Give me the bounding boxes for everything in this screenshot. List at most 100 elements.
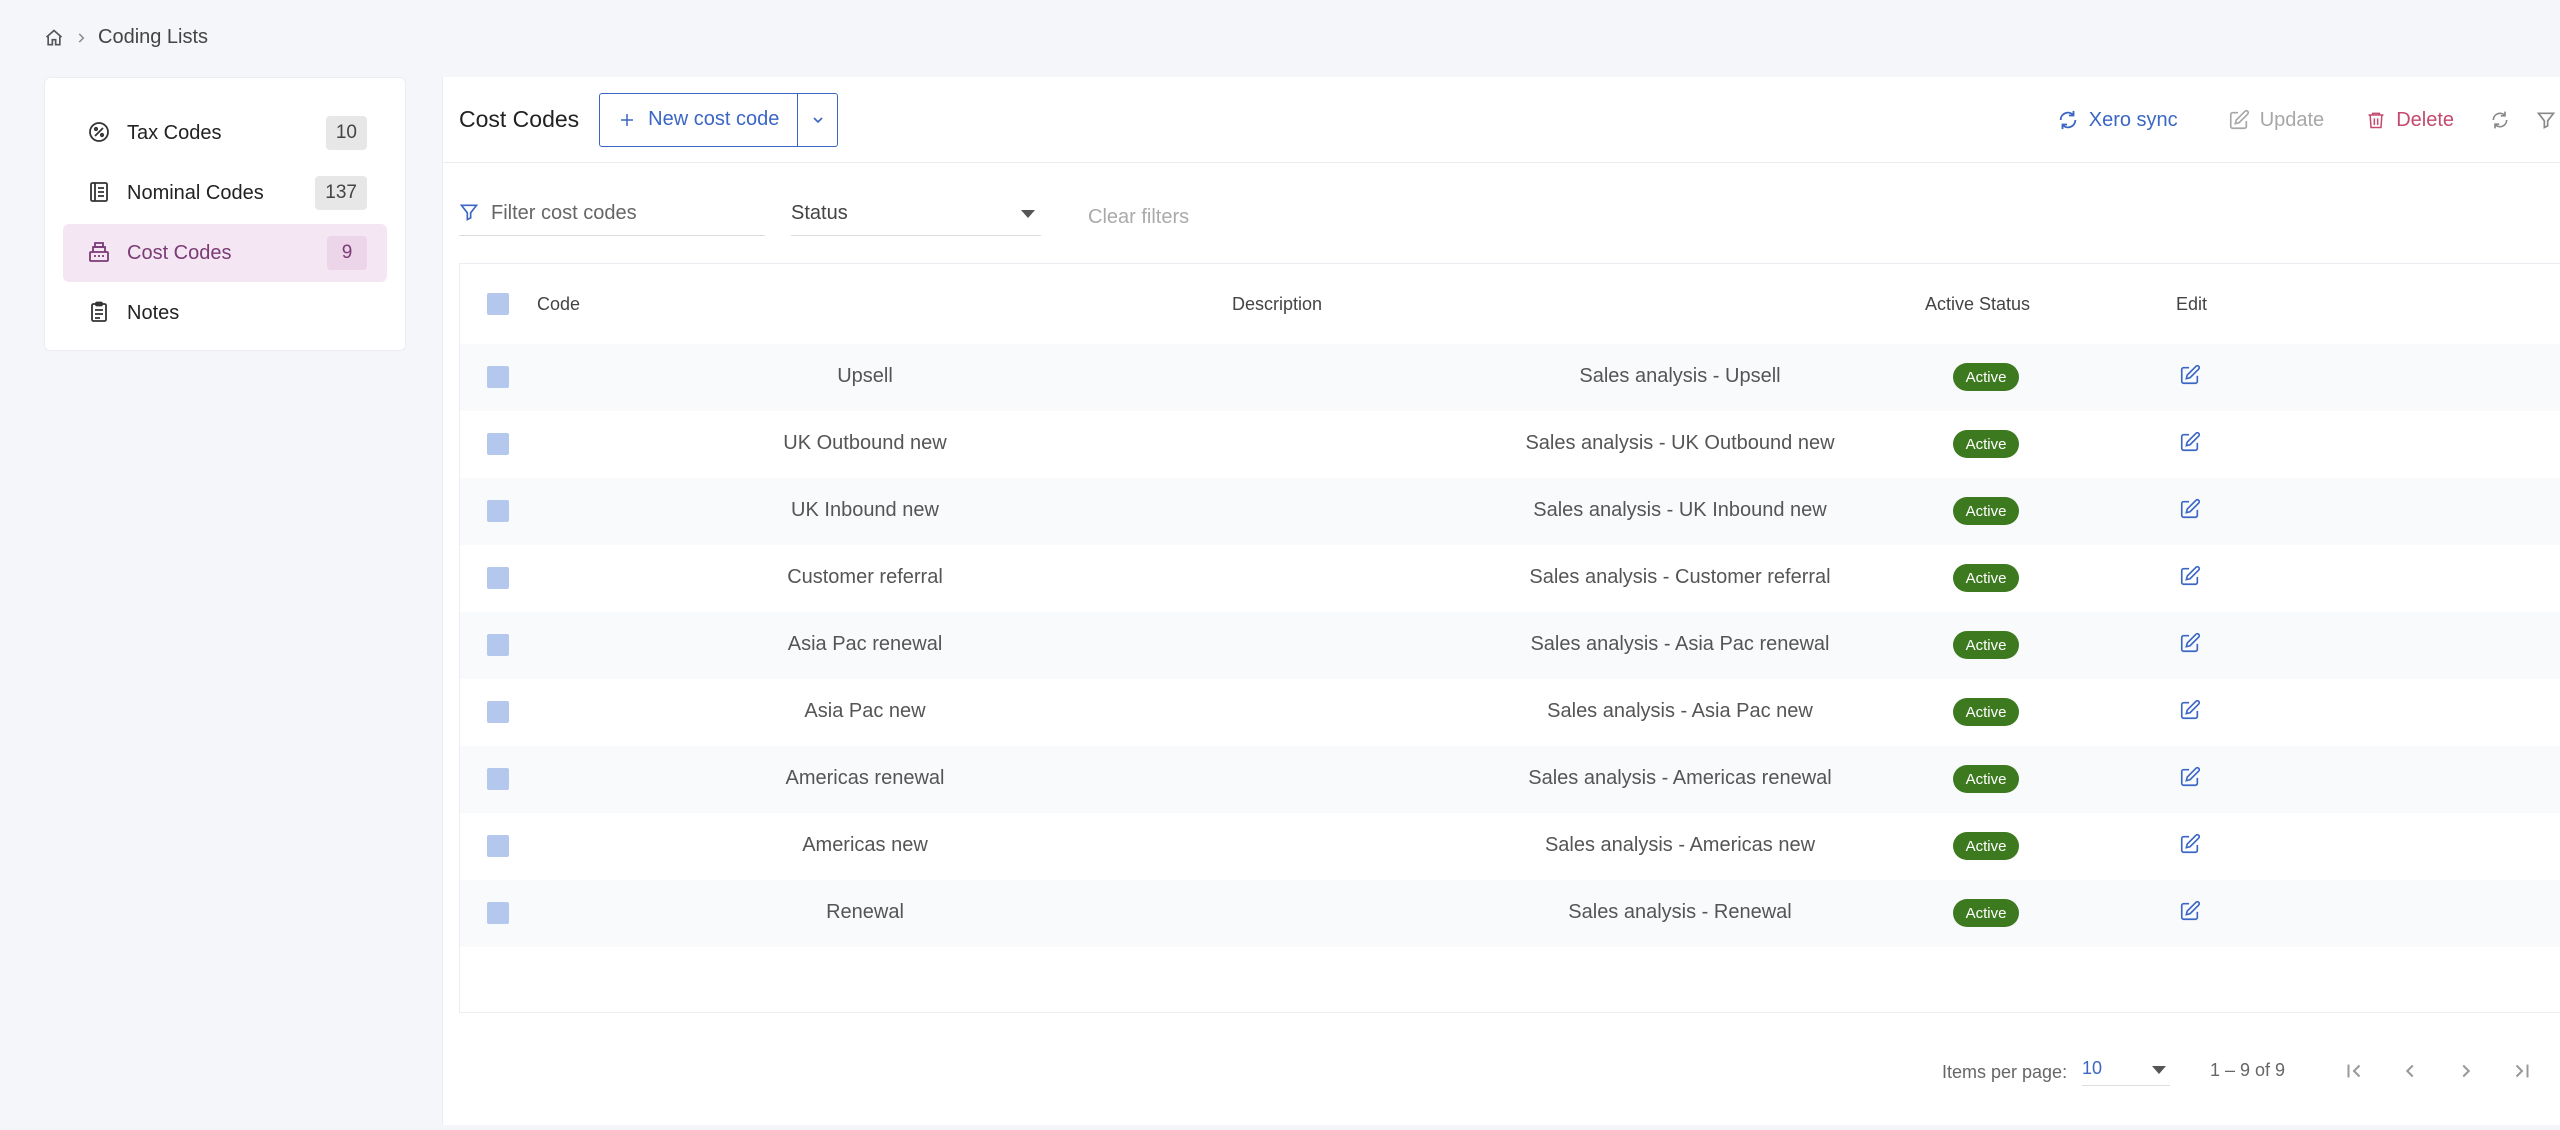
table-header: Code Description Active Status Edit — [460, 264, 2560, 344]
edit-icon[interactable] — [2179, 900, 2201, 922]
row-checkbox[interactable] — [487, 701, 509, 723]
edit-icon[interactable] — [2179, 364, 2201, 386]
row-checkbox[interactable] — [487, 634, 509, 656]
cell-description: Sales analysis - Customer referral — [1529, 566, 1831, 588]
filter-field — [459, 202, 765, 236]
status-badge: Active — [1953, 497, 2019, 525]
home-icon[interactable] — [44, 28, 64, 48]
column-header-active-status[interactable]: Active Status — [1925, 294, 2030, 315]
cost-codes-table: Code Description Active Status Edit Upse… — [459, 263, 2560, 1013]
row-checkbox[interactable] — [487, 835, 509, 857]
xero-sync-label: Xero sync — [2088, 108, 2178, 131]
previous-page-button[interactable] — [2390, 1051, 2430, 1091]
new-cost-code-split-button: New cost code — [599, 92, 839, 147]
new-cost-code-label: New cost code — [648, 108, 780, 130]
table-row[interactable]: Upsell Sales analysis - Upsell Active — [460, 344, 2560, 411]
cell-description: Sales analysis - UK Inbound new — [1533, 499, 1827, 521]
cell-code: Asia Pac renewal — [787, 633, 943, 655]
items-per-page-select[interactable]: 10 — [2082, 1058, 2170, 1086]
sidebar: Tax Codes 10 Nominal Codes 137 Cost Code… — [44, 77, 406, 351]
new-cost-code-dropdown-button[interactable] — [798, 92, 839, 147]
column-header-description[interactable]: Description — [1232, 294, 1322, 315]
edit-icon[interactable] — [2179, 766, 2201, 788]
dropdown-caret-icon — [2152, 1066, 2166, 1074]
cell-code: UK Outbound new — [783, 432, 947, 454]
table-row[interactable]: Americas new Sales analysis - Americas n… — [460, 813, 2560, 880]
cell-code: Customer referral — [787, 566, 943, 588]
edit-icon[interactable] — [2179, 431, 2201, 453]
delete-button[interactable]: Delete — [2366, 109, 2454, 132]
sidebar-item-label: Tax Codes — [127, 121, 222, 144]
table-row[interactable]: Asia Pac new Sales analysis - Asia Pac n… — [460, 679, 2560, 746]
status-badge: Active — [1953, 698, 2019, 726]
xero-sync-button[interactable]: Xero sync — [2057, 109, 2178, 132]
delete-label: Delete — [2396, 108, 2454, 131]
first-page-button[interactable] — [2334, 1051, 2374, 1091]
row-checkbox[interactable] — [487, 567, 509, 589]
chevron-right-icon — [74, 31, 88, 45]
table-row[interactable]: Americas renewal Sales analysis - Americ… — [460, 746, 2560, 813]
status-badge: Active — [1953, 765, 2019, 793]
toolbar-actions: Xero sync Update Delete — [2057, 77, 2560, 163]
row-checkbox[interactable] — [487, 500, 509, 522]
status-select-label: Status — [791, 202, 848, 224]
cell-description: Sales analysis - Americas new — [1544, 834, 1816, 856]
sidebar-item-label: Nominal Codes — [127, 181, 264, 204]
breadcrumb-current: Coding Lists — [98, 26, 209, 48]
row-checkbox[interactable] — [487, 433, 509, 455]
sidebar-item-cost-codes[interactable]: Cost Codes 9 — [63, 224, 387, 282]
chevron-left-icon — [2405, 1064, 2414, 1078]
column-header-code[interactable]: Code — [537, 294, 580, 315]
next-page-button[interactable] — [2446, 1051, 2486, 1091]
sidebar-item-tax-codes[interactable]: Tax Codes 10 — [63, 104, 387, 162]
status-select[interactable]: Status — [791, 202, 1041, 236]
refresh-button[interactable] — [2490, 110, 2510, 130]
last-page-icon — [2515, 1064, 2529, 1078]
edit-icon[interactable] — [2179, 632, 2201, 654]
sync-icon — [2057, 109, 2079, 131]
table-row[interactable]: UK Outbound new Sales analysis - UK Outb… — [460, 411, 2560, 478]
filter-cost-codes-input[interactable] — [491, 202, 751, 225]
edit-icon[interactable] — [2179, 699, 2201, 721]
register-icon — [87, 240, 113, 266]
table-row[interactable]: Customer referral Sales analysis - Custo… — [460, 545, 2560, 612]
cell-code: Americas renewal — [785, 767, 945, 789]
row-checkbox[interactable] — [487, 902, 509, 924]
clipboard-icon — [87, 300, 113, 326]
edit-icon[interactable] — [2179, 833, 2201, 855]
edit-icon[interactable] — [2179, 498, 2201, 520]
select-all-checkbox[interactable] — [487, 293, 509, 315]
status-badge: Active — [1953, 564, 2019, 592]
cell-description: Sales analysis - Upsell — [1579, 365, 1781, 387]
clear-filters-button[interactable]: Clear filters — [1088, 206, 1189, 229]
update-button[interactable]: Update — [2228, 108, 2325, 132]
sidebar-item-notes[interactable]: Notes — [63, 284, 387, 342]
cell-description: Sales analysis - UK Outbound new — [1525, 432, 1835, 454]
update-label: Update — [2259, 108, 2325, 131]
trash-icon — [2366, 109, 2386, 131]
cell-description: Sales analysis - Americas renewal — [1528, 767, 1832, 789]
page-range: 1 – 9 of 9 — [2210, 1060, 2286, 1080]
status-badge: Active — [1953, 631, 2019, 659]
last-page-button[interactable] — [2502, 1051, 2542, 1091]
sidebar-item-nominal-codes[interactable]: Nominal Codes 137 — [63, 164, 387, 222]
first-page-icon — [2347, 1064, 2361, 1078]
breadcrumb: Coding Lists — [44, 26, 208, 49]
ledger-icon — [87, 180, 113, 206]
row-checkbox[interactable] — [487, 768, 509, 790]
filter-icon — [2536, 110, 2556, 130]
table-row[interactable]: Renewal Sales analysis - Renewal Active — [460, 880, 2560, 947]
table-row[interactable]: Asia Pac renewal Sales analysis - Asia P… — [460, 612, 2560, 679]
cell-code: Americas new — [802, 834, 928, 856]
new-cost-code-button[interactable]: New cost code — [599, 92, 799, 147]
sidebar-item-label: Notes — [127, 301, 180, 324]
chevron-down-icon — [810, 112, 826, 128]
status-badge: Active — [1953, 832, 2019, 860]
cell-code: Renewal — [826, 901, 904, 923]
filter-toggle-button[interactable] — [2536, 110, 2556, 130]
row-checkbox[interactable] — [487, 366, 509, 388]
plus-icon — [618, 111, 636, 129]
tax-icon — [87, 120, 113, 146]
table-row[interactable]: UK Inbound new Sales analysis - UK Inbou… — [460, 478, 2560, 545]
edit-icon[interactable] — [2179, 565, 2201, 587]
